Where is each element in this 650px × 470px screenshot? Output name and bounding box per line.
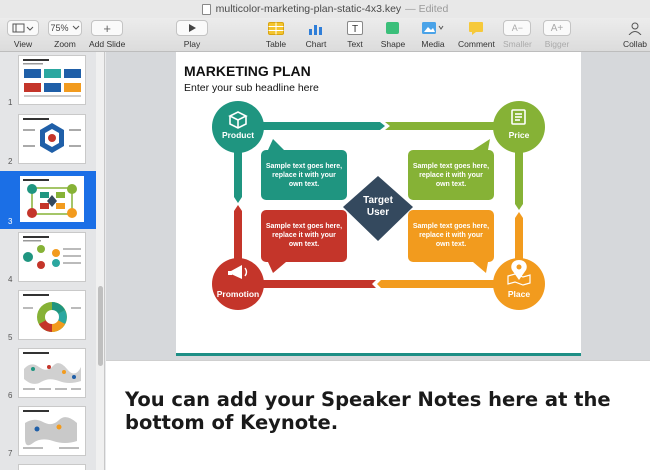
box-tr-line2: replace it with your [419,172,483,179]
box-br-line2: replace it with your [419,232,483,239]
shape-button[interactable]: Shape [380,20,406,49]
media-icon [420,20,446,36]
view-button[interactable]: View [7,20,39,49]
smaller-button[interactable]: A− Smaller [503,20,532,49]
user-label: User [367,207,389,218]
marketing-plan-diagram: Product Price Promotion Place Sample tex… [212,101,545,310]
svg-text:T: T [352,24,358,35]
slide-navigator: 1 2 3 4 5 6 7 [0,52,105,470]
bottom-left-arrow [256,280,376,288]
chart-icon [303,20,329,36]
slide-number-5: 5 [8,333,13,342]
text-icon: T [342,20,368,36]
slide-thumbnail-8[interactable] [18,464,86,470]
slide-3[interactable]: MARKETING PLAN Enter your sub headline h… [176,52,581,356]
play-label: Play [183,39,201,49]
slide-number-4: 4 [8,275,13,284]
slide-thumbnail-7[interactable] [18,406,86,456]
navigator-scrollbar-track[interactable] [96,52,104,470]
edited-status: — Edited [405,3,449,15]
slide-number-2: 2 [8,157,13,166]
slide-number-3: 3 [8,217,13,226]
navigator-scrollbar-thumb[interactable] [98,286,103,366]
zoom-select[interactable]: 75% [48,20,82,36]
table-button[interactable]: Table [263,20,289,49]
shape-label: Shape [380,39,406,49]
box-br-line3: own text. [436,241,466,248]
document-icon [201,3,211,15]
comment-button[interactable]: Comment [458,20,495,49]
window-titlebar: multicolor-marketing-plan-static-4x3.key… [0,0,650,18]
zoom-button[interactable]: 75% Zoom [48,20,82,49]
zoom-label: Zoom [54,39,76,49]
toolbar: View 75% Zoom + Add Slide Play Table Cha… [0,18,650,52]
box-tr-line3: own text. [436,181,466,188]
promotion-node [212,258,264,310]
view-menu-icon [7,20,39,36]
box-bl-line2: replace it with your [272,232,336,239]
price-node [493,101,545,153]
slide-thumbnail-5[interactable] [18,290,86,340]
chart-label: Chart [305,39,327,49]
box-tl-line1: Sample text goes here, [266,163,342,170]
plus-icon: + [91,20,124,36]
bigger-label: Bigger [544,39,570,49]
top-left-arrow [256,122,385,130]
box-tr-line1: Sample text goes here, [413,163,489,170]
text-box-top-right[interactable]: Sample text goes here, replace it with y… [408,139,494,200]
view-label: View [13,39,33,49]
text-box-bottom-left[interactable]: Sample text goes here, replace it with y… [261,210,347,273]
comment-label: Comment [458,39,495,49]
promotion-label: Promotion [217,289,260,299]
table-icon [263,20,289,36]
box-tl-line3: own text. [289,181,319,188]
media-label: Media [421,39,445,49]
box-bl-line1: Sample text goes here, [266,223,342,230]
zoom-value: 75% [50,23,69,33]
speaker-notes-panel[interactable]: You can add your Speaker Notes here at t… [106,360,650,470]
collaborate-icon [622,20,648,36]
smaller-label: Smaller [503,39,532,49]
add-slide-label: Add Slide [89,39,126,49]
price-label: Price [509,130,530,140]
chart-button[interactable]: Chart [303,20,329,49]
slide-thumbnail-6[interactable] [18,348,86,398]
slide-number-7: 7 [8,449,13,458]
box-br-line1: Sample text goes here, [413,223,489,230]
product-label: Product [222,130,254,140]
collaborate-button[interactable]: Collab [622,20,648,49]
font-smaller-icon: A− [503,20,532,36]
add-slide-button[interactable]: + Add Slide [89,20,125,49]
table-label: Table [265,39,287,49]
shape-icon [380,20,406,36]
play-button[interactable]: Play [176,20,208,49]
top-right-arrow [385,122,509,130]
comment-icon [463,20,489,36]
slide-number-6: 6 [8,391,13,400]
font-bigger-icon: A+ [543,20,571,36]
target-label: Target [363,195,393,206]
slide-thumbnail-1[interactable] [18,55,86,105]
speaker-notes-text[interactable]: You can add your Speaker Notes here at t… [125,388,625,435]
collaborate-label: Collab [622,39,648,49]
bottom-right-arrow [377,280,509,288]
play-icon [176,20,208,36]
text-box-bottom-right[interactable]: Sample text goes here, replace it with y… [408,210,494,273]
box-tl-line2: replace it with your [272,172,336,179]
place-label: Place [508,289,530,299]
media-button[interactable]: Media [420,20,446,49]
window-title: multicolor-marketing-plan-static-4x3.key [215,3,402,15]
slide-number-1: 1 [8,98,13,107]
box-bl-line3: own text. [289,241,319,248]
slide-thumbnail-4[interactable] [18,232,86,282]
text-box-top-left[interactable]: Sample text goes here, replace it with y… [261,139,347,200]
bigger-button[interactable]: A+ Bigger [543,20,571,49]
slide-thumbnail-2[interactable] [18,114,86,164]
text-label: Text [347,39,363,49]
text-button[interactable]: T Text [342,20,368,49]
slide-thumbnail-3[interactable] [18,174,86,224]
